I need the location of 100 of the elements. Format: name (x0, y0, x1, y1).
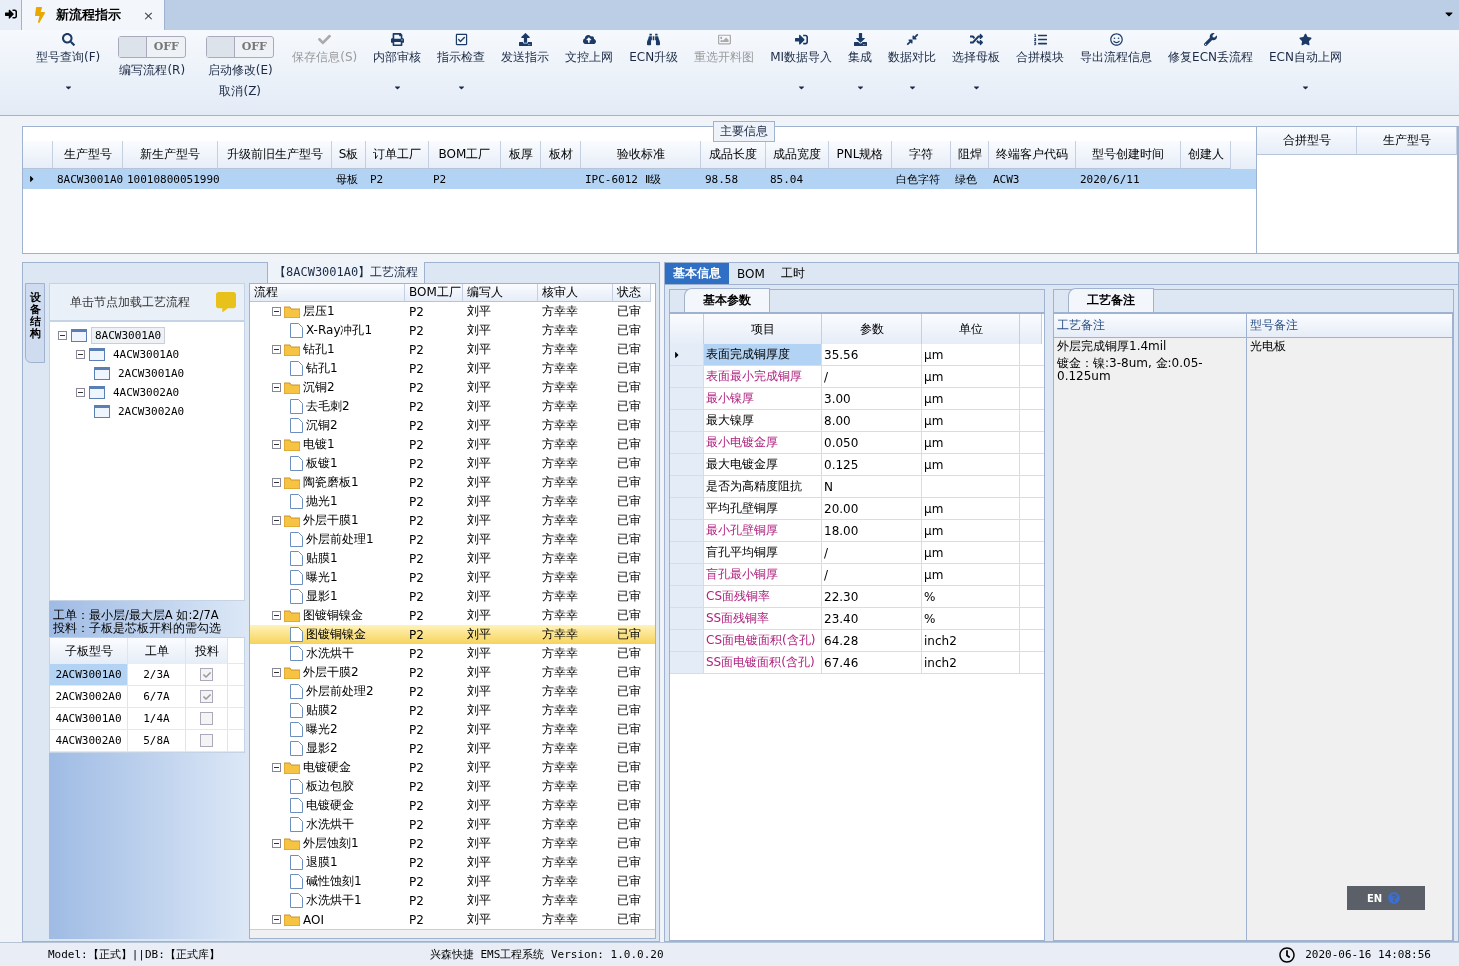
sub-tab[interactable]: 基本参数 (684, 288, 770, 312)
checkbox[interactable] (200, 668, 213, 681)
toggle-switch[interactable]: OFF (118, 36, 187, 58)
table-row[interactable]: SS面残铜率 23.40 % (670, 608, 1044, 630)
column-header[interactable]: 工单 (128, 638, 186, 664)
column-header[interactable]: 项目 (704, 314, 822, 344)
table-row[interactable]: 4ACW3002A0 5/8A (50, 730, 244, 752)
column-header[interactable]: 投料 (186, 638, 228, 664)
toolbar-button[interactable]: 修复ECN丢流程 (1160, 32, 1262, 98)
flow-row[interactable]: 贴膜2 P2 刘平 方幸幸 已审 (250, 701, 655, 720)
toolbar-button[interactable]: 内部审核 (365, 32, 430, 98)
sign-in-icon[interactable] (4, 8, 17, 20)
toolbar-button[interactable]: 指示检查 (429, 32, 494, 98)
column-header[interactable]: 工艺备注 (1054, 314, 1247, 338)
flow-row[interactable]: 水洗烘干 P2 刘平 方幸幸 已审 (250, 644, 655, 663)
collapse-icon[interactable] (272, 383, 281, 392)
table-row[interactable]: 最小电镀金厚 0.050 μm (670, 432, 1044, 454)
tree-node[interactable]: 8ACW3001A0 (91, 327, 166, 344)
column-header[interactable]: 编写人 (463, 284, 538, 302)
column-header[interactable]: 流程 (250, 284, 405, 302)
language-indicator[interactable]: EN (1347, 886, 1425, 910)
flow-row[interactable]: 沉铜2 P2 刘平 方幸幸 已审 (250, 378, 655, 397)
column-header[interactable]: 状态 (613, 284, 651, 302)
column-header[interactable]: BOM工厂 (405, 284, 463, 302)
toolbar-button[interactable]: 文控上网 (557, 32, 622, 98)
column-header[interactable]: 核审人 (538, 284, 613, 302)
collapse-icon[interactable] (272, 345, 281, 354)
toolbar-button[interactable]: 集成 (840, 32, 881, 98)
flow-row[interactable]: 退膜1 P2 刘平 方幸幸 已审 (250, 853, 655, 872)
flow-row[interactable]: 外层蚀刻1 P2 刘平 方幸幸 已审 (250, 834, 655, 853)
toolbar-button[interactable]: ECN升级 (621, 32, 687, 98)
flow-row[interactable]: 电镀硬金 P2 刘平 方幸幸 已审 (250, 796, 655, 815)
table-row[interactable]: 8ACW3001A0 10010800051990 母板 P2 P2 IPC-6012 Ⅱ级 98.58 85.04 白色字符 绿色 ACW3 2020/6/11 (23, 169, 1256, 189)
flow-row[interactable]: 陶瓷磨板1 P2 刘平 方幸幸 已审 (250, 473, 655, 492)
checkbox[interactable] (200, 690, 213, 703)
flow-row[interactable]: 贴膜1 P2 刘平 方幸幸 已审 (250, 549, 655, 568)
column-header[interactable]: 生产型号 (1357, 127, 1457, 155)
flow-row[interactable]: 沉铜2 P2 刘平 方幸幸 已审 (250, 416, 655, 435)
document-tab[interactable]: 新流程指示 × (22, 0, 165, 30)
toolbar-button[interactable]: 数据对比 (880, 32, 945, 98)
row-header[interactable] (670, 344, 704, 365)
flow-row[interactable]: 板边包胶 P2 刘平 方幸幸 已审 (250, 777, 655, 796)
table-row[interactable]: 是否为高精度阻抗 N (670, 476, 1044, 498)
flow-row[interactable]: 曝光2 P2 刘平 方幸幸 已审 (250, 720, 655, 739)
side-tab[interactable]: 设备结构 (25, 283, 45, 363)
flow-row[interactable]: 显影2 P2 刘平 方幸幸 已审 (250, 739, 655, 758)
sub-tab[interactable]: 工艺备注 (1068, 288, 1154, 312)
flow-row[interactable]: 外层干膜1 P2 刘平 方幸幸 已审 (250, 511, 655, 530)
tree-node[interactable]: 4ACW3001A0 (109, 346, 184, 363)
table-row[interactable]: 平均孔壁铜厚 20.00 μm (670, 498, 1044, 520)
toolbar-button[interactable]: 合拼模块 (1008, 32, 1073, 98)
table-row[interactable]: CS面电镀面积(含孔) 64.28 inch2 (670, 630, 1044, 652)
collapse-icon[interactable] (272, 516, 281, 525)
table-row[interactable]: 表面最小完成铜厚 / μm (670, 366, 1044, 388)
table-row[interactable]: 最小镍厚 3.00 μm (670, 388, 1044, 410)
collapse-icon[interactable] (272, 611, 281, 620)
tab[interactable]: BOM (729, 263, 773, 284)
flow-row[interactable]: 板镀1 P2 刘平 方幸幸 已审 (250, 454, 655, 473)
checkbox[interactable] (200, 712, 213, 725)
flow-row[interactable]: 去毛刺2 P2 刘平 方幸幸 已审 (250, 397, 655, 416)
table-row[interactable]: 盲孔平均铜厚 / μm (670, 542, 1044, 564)
flow-row[interactable]: 水洗烘干 P2 刘平 方幸幸 已审 (250, 815, 655, 834)
table-row[interactable]: 2ACW3001A0 2/3A (50, 664, 244, 686)
collapse-icon[interactable] (272, 668, 281, 677)
scrollbar[interactable] (250, 929, 655, 938)
flow-row[interactable]: 图镀铜镍金 P2 刘平 方幸幸 已审 (250, 606, 655, 625)
flow-row[interactable]: 电镀1 P2 刘平 方幸幸 已审 (250, 435, 655, 454)
table-row[interactable]: 表面完成铜厚度 35.56 μm (670, 344, 1044, 366)
collapse-icon[interactable] (272, 915, 281, 924)
flow-row[interactable]: 水洗烘干1 P2 刘平 方幸幸 已审 (250, 891, 655, 910)
column-header[interactable]: 型号备注 (1247, 314, 1452, 338)
flow-row[interactable]: 钻孔1 P2 刘平 方幸幸 已审 (250, 340, 655, 359)
collapse-icon[interactable] (272, 440, 281, 449)
tab[interactable]: 工时 (772, 263, 813, 284)
flow-row[interactable]: X-Ray冲孔1 P2 刘平 方幸幸 已审 (250, 321, 655, 340)
table-row[interactable]: 最大电镀金厚 0.125 μm (670, 454, 1044, 476)
column-header[interactable]: 合拼型号 (1257, 127, 1357, 155)
flow-row[interactable]: 曝光1 P2 刘平 方幸幸 已审 (250, 568, 655, 587)
toolbar-button[interactable]: 发送指示 (493, 32, 558, 98)
flow-row[interactable]: 层压1 P2 刘平 方幸幸 已审 (250, 302, 655, 321)
table-row[interactable]: SS面电镀面积(含孔) 67.46 inch2 (670, 652, 1044, 674)
collapse-icon[interactable] (272, 763, 281, 772)
flow-row[interactable]: 外层干膜2 P2 刘平 方幸幸 已审 (250, 663, 655, 682)
table-row[interactable]: 2ACW3002A0 6/7A (50, 686, 244, 708)
toolbar-button[interactable]: 型号查询(F) (28, 32, 109, 98)
toolbar-button[interactable]: MI数据导入 (762, 32, 841, 98)
tree-node[interactable]: 2ACW3001A0 (114, 365, 189, 382)
flow-row[interactable]: 电镀硬金 P2 刘平 方幸幸 已审 (250, 758, 655, 777)
toggle-switch[interactable]: OFF (206, 36, 275, 58)
table-row[interactable]: 盲孔最小铜厚 / μm (670, 564, 1044, 586)
collapse-icon[interactable] (272, 307, 281, 316)
checkbox[interactable] (200, 734, 213, 747)
column-header[interactable]: 子板型号 (50, 638, 128, 664)
flow-row[interactable]: 钻孔1 P2 刘平 方幸幸 已审 (250, 359, 655, 378)
column-header[interactable]: 单位 (922, 314, 1020, 344)
close-button[interactable]: × (143, 7, 154, 23)
flow-row[interactable]: 外层前处理2 P2 刘平 方幸幸 已审 (250, 682, 655, 701)
column-header[interactable]: 参数 (822, 314, 922, 344)
collapse-icon[interactable] (76, 388, 85, 397)
collapse-icon[interactable] (272, 839, 281, 848)
